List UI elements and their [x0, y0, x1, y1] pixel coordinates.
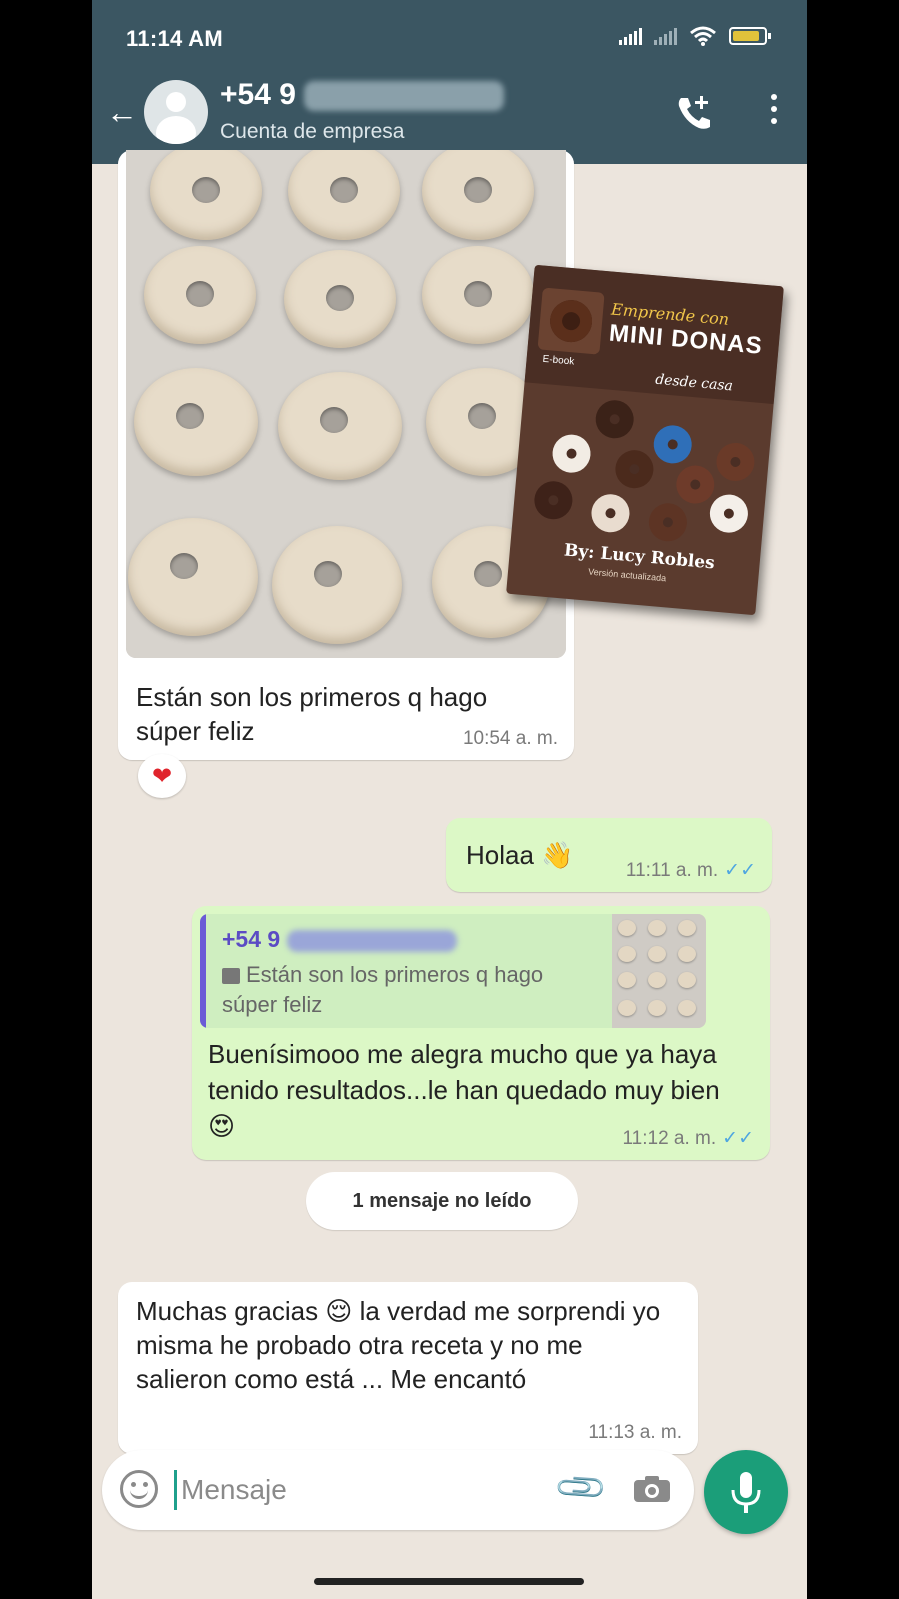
- mic-icon: [731, 1472, 761, 1513]
- message-time: 10:54 a. m.: [462, 728, 558, 749]
- mic-button[interactable]: [704, 1450, 788, 1534]
- message-bubble-incoming[interactable]: Están son los primeros q hago súper feli…: [118, 150, 574, 760]
- photo-icon: [222, 968, 240, 985]
- donut-thumb-icon: [537, 287, 605, 355]
- quoted-message[interactable]: +54 9 Están son los primeros q hago súpe…: [200, 914, 706, 1028]
- status-time: 11:14 AM: [126, 26, 223, 51]
- ebook-author: By: Lucy Robles: [563, 540, 716, 574]
- quoted-text: Están son los primeros q hago súper feli…: [222, 962, 544, 1017]
- quoted-photo-thumbnail: [612, 914, 706, 1028]
- signal-2-icon: [654, 27, 677, 45]
- arrow-left-icon: ←: [106, 94, 138, 130]
- add-call-icon[interactable]: [675, 94, 713, 132]
- ebook-cover-image: Emprende con MINI DONAS desde casa E-boo…: [506, 264, 784, 616]
- battery-icon: [729, 27, 771, 45]
- read-ticks-icon: ✓✓: [722, 1128, 754, 1149]
- chat-header: 11:14 AM ← +54 9 Cuenta de empresa: [92, 0, 807, 164]
- quoted-sender: +54 9: [222, 926, 457, 953]
- back-button[interactable]: ←: [106, 96, 138, 128]
- message-bubble-outgoing[interactable]: +54 9 Están son los primeros q hago súpe…: [192, 906, 770, 1160]
- contact-subtitle: Cuenta de empresa: [220, 120, 405, 143]
- status-icons: [619, 26, 771, 46]
- signal-icon: [619, 27, 642, 45]
- message-time: 11:13 a. m.: [588, 1422, 682, 1443]
- message-bubble-outgoing[interactable]: Holaa 👋 11:11 a. m. ✓✓: [446, 818, 772, 892]
- heart-reaction-icon[interactable]: ❤: [138, 754, 186, 798]
- avatar[interactable]: [144, 80, 208, 144]
- emoji-icon[interactable]: [120, 1470, 158, 1508]
- wifi-icon: [690, 26, 716, 46]
- message-text: Muchas gracias 😌 la verdad me sorprendi …: [136, 1296, 661, 1394]
- message-time: 11:12 a. m. ✓✓: [622, 1128, 755, 1149]
- camera-icon[interactable]: [632, 1474, 672, 1504]
- chat-screen: 11:14 AM ← +54 9 Cuenta de empresa Están…: [92, 0, 807, 1599]
- message-input[interactable]: [174, 1470, 561, 1510]
- donuts-photo[interactable]: [126, 150, 566, 658]
- home-indicator[interactable]: [314, 1578, 584, 1585]
- message-text: Holaa 👋: [466, 840, 574, 870]
- message-time: 11:11 a. m. ✓✓: [625, 860, 756, 881]
- contact-name[interactable]: +54 9: [220, 78, 505, 112]
- more-vertical-icon[interactable]: [771, 94, 777, 124]
- read-ticks-icon: ✓✓: [724, 860, 756, 881]
- unread-divider: 1 mensaje no leído: [306, 1172, 578, 1230]
- message-bubble-incoming[interactable]: Muchas gracias 😌 la verdad me sorprendi …: [118, 1282, 698, 1454]
- ebook-version: Versión actualizada: [587, 566, 667, 584]
- message-composer: 📎: [102, 1450, 694, 1530]
